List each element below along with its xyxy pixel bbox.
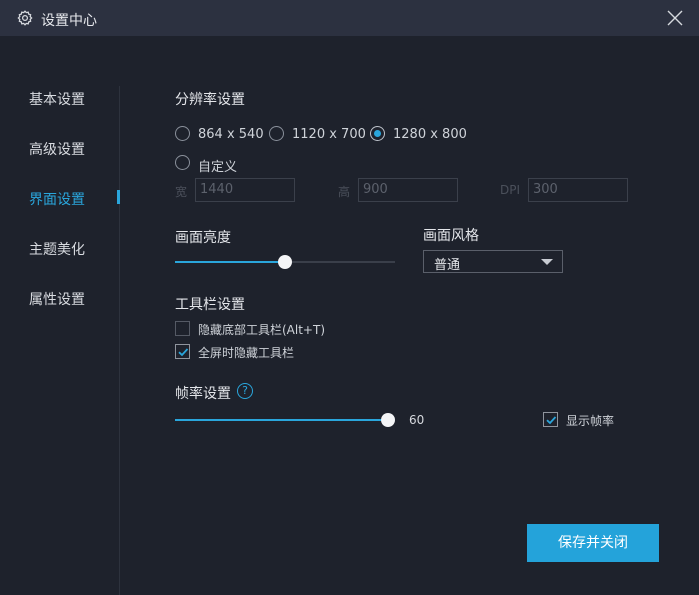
checkmark-icon xyxy=(178,348,189,357)
height-field[interactable]: 900 xyxy=(358,178,458,202)
sidebar-item-interface[interactable]: 界面设置 xyxy=(29,189,85,209)
sidebar-item-advanced[interactable]: 高级设置 xyxy=(29,139,85,159)
width-label: 宽 xyxy=(175,185,188,199)
radio-1120x700[interactable] xyxy=(269,126,284,141)
dpi-label: DPI xyxy=(500,183,521,197)
hide-bottom-toolbar-checkbox[interactable] xyxy=(175,321,190,336)
gear-icon xyxy=(17,10,33,26)
hide-bottom-toolbar-label: 隐藏底部工具栏(Alt+T) xyxy=(198,323,325,337)
radio-label: 1280 x 800 xyxy=(393,127,467,142)
sidebar xyxy=(0,36,120,595)
chevron-down-icon xyxy=(541,259,553,265)
dpi-field[interactable]: 300 xyxy=(528,178,628,202)
brightness-slider-knob[interactable] xyxy=(278,255,292,269)
save-and-close-button[interactable]: 保存并关闭 xyxy=(527,524,659,562)
show-fps-checkbox[interactable] xyxy=(543,412,558,427)
style-title: 画面风格 xyxy=(423,228,479,244)
brightness-slider-fill xyxy=(175,261,285,263)
framerate-title: 帧率设置 xyxy=(175,386,231,402)
close-icon[interactable] xyxy=(666,9,684,27)
style-select-value: 普通 xyxy=(434,258,461,273)
sidebar-item-properties[interactable]: 属性设置 xyxy=(29,289,85,309)
framerate-slider-fill xyxy=(175,419,388,421)
hide-toolbar-fullscreen-label: 全屏时隐藏工具栏 xyxy=(198,346,295,360)
window-title: 设置中心 xyxy=(41,13,97,29)
style-select[interactable]: 普通 xyxy=(423,250,563,273)
framerate-value: 60 xyxy=(409,413,425,427)
hide-toolbar-fullscreen-checkbox[interactable] xyxy=(175,344,190,359)
checkmark-icon xyxy=(546,416,557,425)
radio-864x540[interactable] xyxy=(175,126,190,141)
radio-label: 自定义 xyxy=(198,160,238,175)
show-fps-label: 显示帧率 xyxy=(566,414,615,428)
radio-label: 864 x 540 xyxy=(198,127,264,142)
height-label: 高 xyxy=(338,185,351,199)
title-bar: 设置中心 xyxy=(0,0,699,36)
radio-custom[interactable] xyxy=(175,155,190,170)
width-field[interactable]: 1440 xyxy=(195,178,295,202)
radio-1280x800[interactable] xyxy=(370,126,385,141)
question-icon[interactable]: ? xyxy=(237,383,253,399)
sidebar-divider xyxy=(119,86,120,595)
toolbar-title: 工具栏设置 xyxy=(175,297,245,313)
sidebar-item-basic[interactable]: 基本设置 xyxy=(29,89,85,109)
resolution-title: 分辨率设置 xyxy=(175,92,245,108)
sidebar-item-theme[interactable]: 主题美化 xyxy=(29,239,85,259)
framerate-slider-knob[interactable] xyxy=(381,413,395,427)
radio-label: 1120 x 700 xyxy=(292,127,366,142)
brightness-title: 画面亮度 xyxy=(175,230,231,246)
active-indicator xyxy=(117,190,120,204)
